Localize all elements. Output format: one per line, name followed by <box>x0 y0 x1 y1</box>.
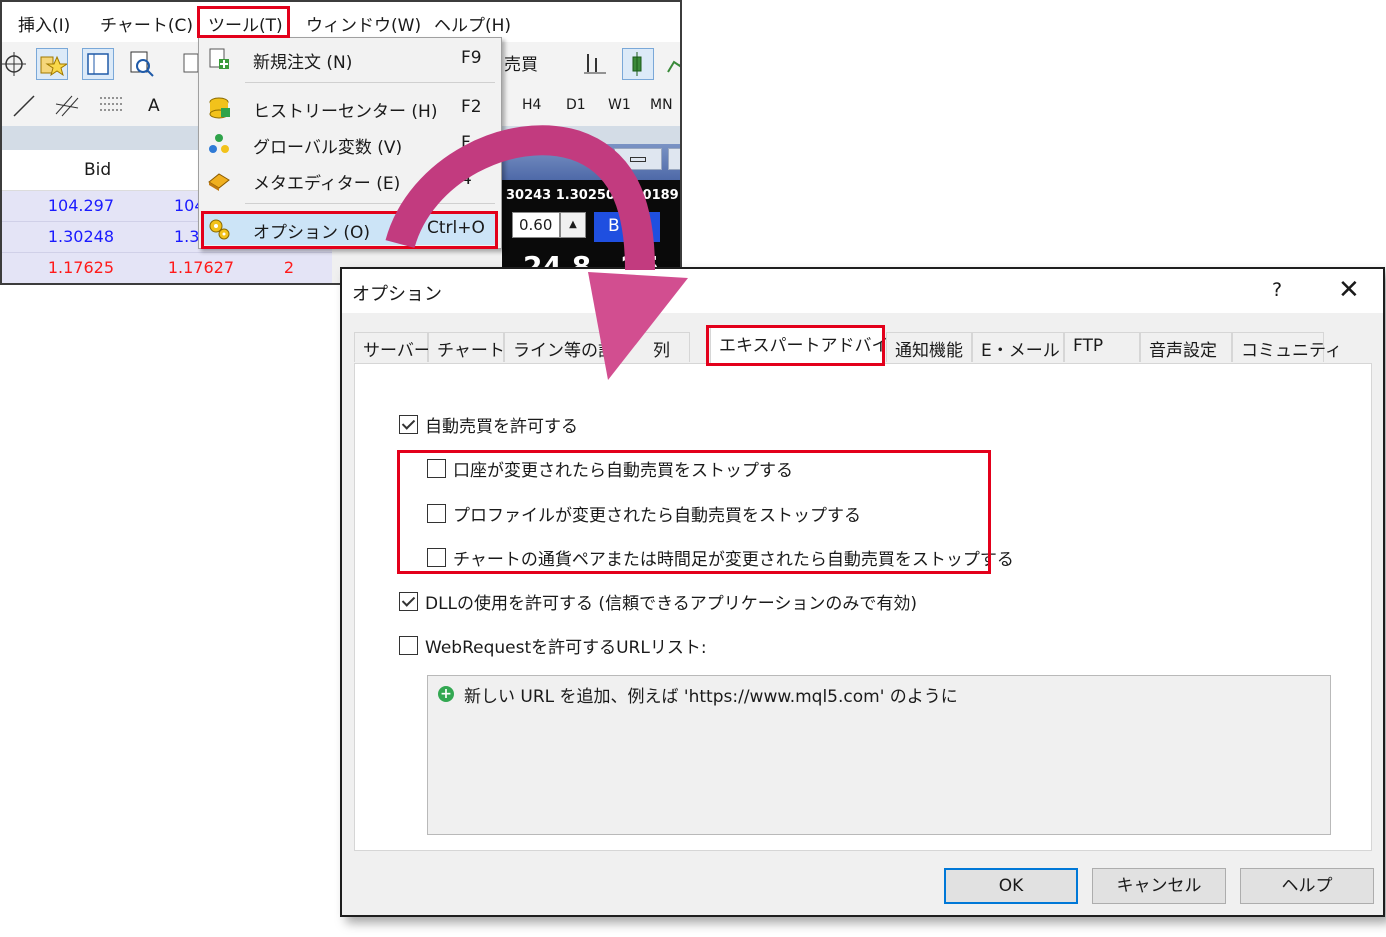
curved-arrow-icon <box>385 125 688 380</box>
